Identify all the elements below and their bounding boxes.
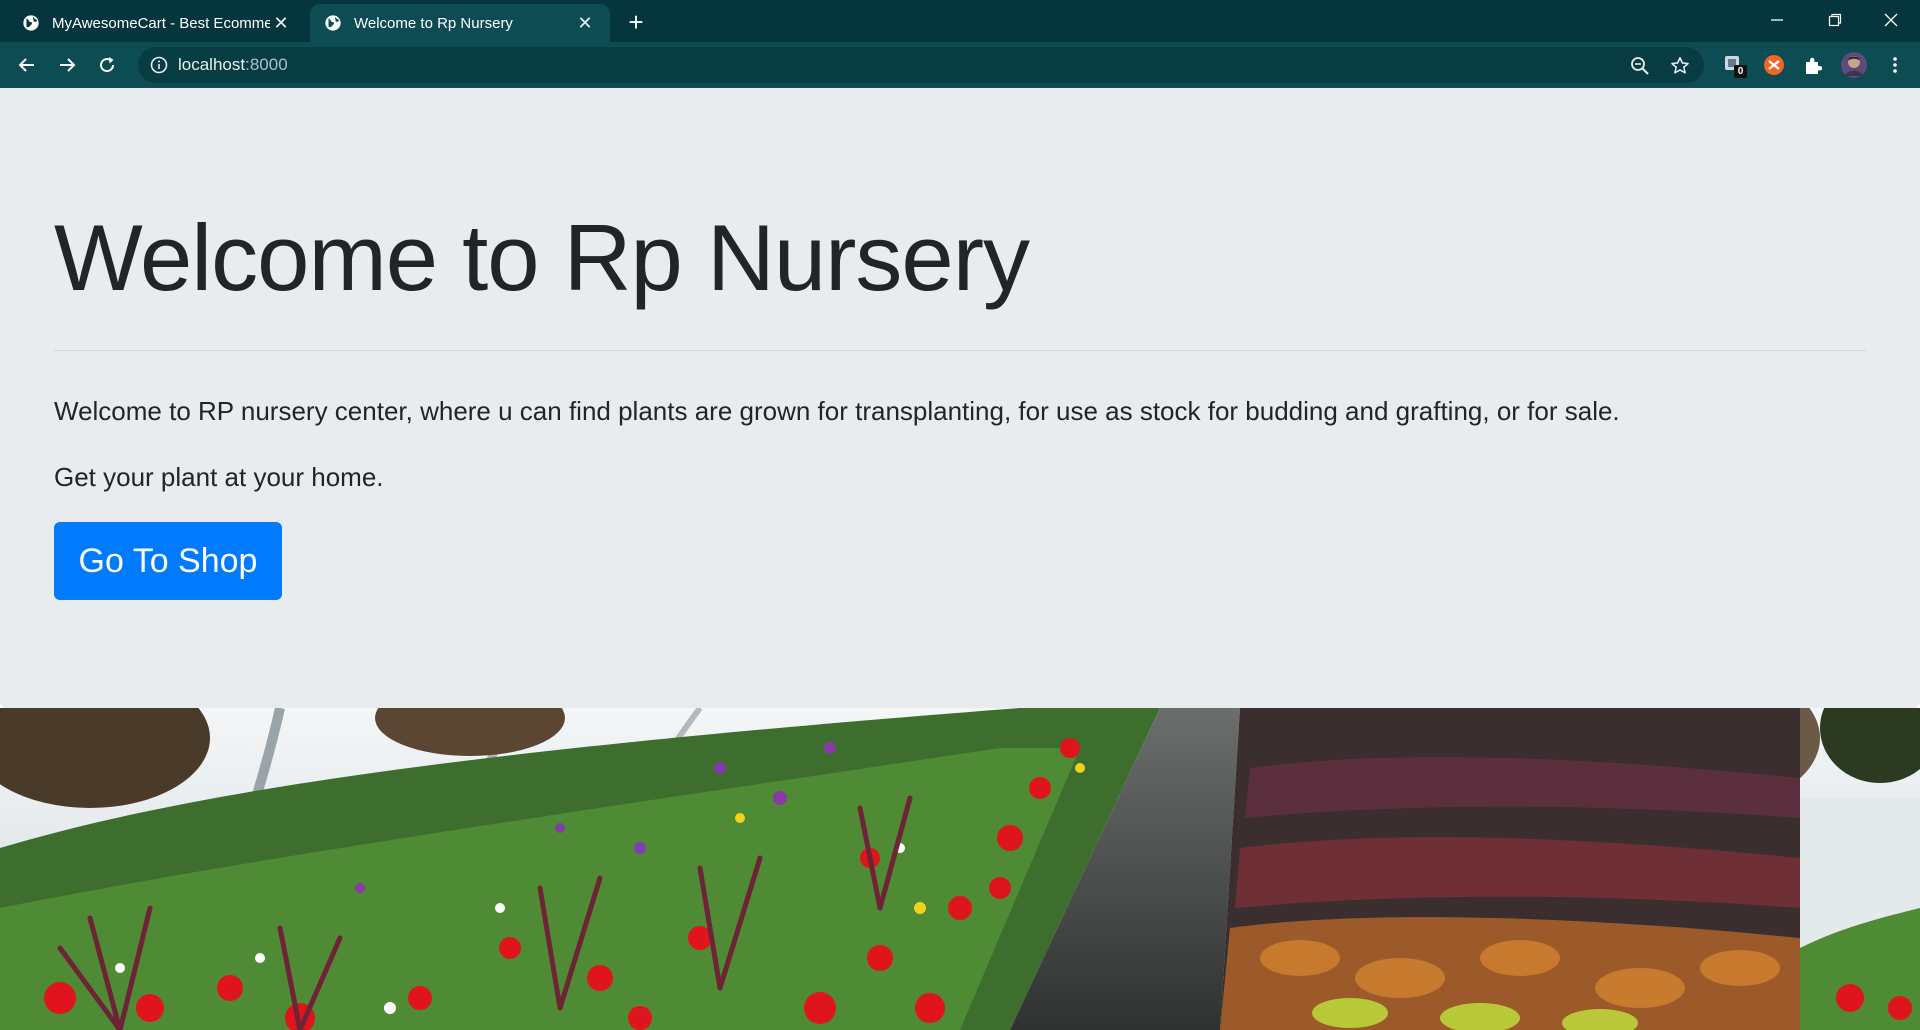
avatar — [1841, 52, 1867, 78]
page-viewport: Welcome to Rp Nursery Welcome to RP nurs… — [0, 88, 1920, 1030]
tab-myawesomecart[interactable]: MyAwesomeCart - Best Ecommerce ✕ — [8, 4, 306, 42]
orange-extension-icon — [1764, 55, 1784, 75]
address-bar[interactable]: localhost:8000 — [138, 47, 1704, 83]
arrow-left-icon — [18, 58, 34, 72]
divider — [54, 350, 1866, 351]
info-icon[interactable] — [150, 56, 168, 74]
hero-illustration — [0, 708, 1920, 1030]
kebab-menu-icon — [1893, 57, 1897, 73]
reload-icon — [100, 57, 115, 73]
greenhouse-flowers-photo — [0, 708, 1920, 1030]
restore-icon — [1828, 13, 1842, 27]
globe-icon — [325, 15, 341, 31]
tagline-text: Get your plant at your home. — [54, 462, 384, 492]
reload-button[interactable] — [92, 50, 122, 80]
extension-badge: 0 — [1734, 65, 1747, 78]
back-button[interactable] — [12, 50, 42, 80]
close-tab-icon[interactable]: ✕ — [574, 12, 596, 34]
minimize-icon — [1771, 19, 1783, 21]
jumbotron: Welcome to Rp Nursery Welcome to RP nurs… — [0, 88, 1920, 708]
tab-title: Welcome to Rp Nursery — [354, 14, 513, 32]
chrome-menu-button[interactable] — [1880, 50, 1910, 80]
orange-extension-button[interactable] — [1762, 53, 1786, 77]
tab-rp-nursery[interactable]: Welcome to Rp Nursery ✕ — [310, 4, 610, 42]
url-port: :8000 — [245, 55, 288, 74]
intro-text: Welcome to RP nursery center, where u ca… — [54, 396, 1620, 426]
tab-title: MyAwesomeCart - Best Ecommerce — [52, 14, 270, 32]
extension-counter-button[interactable]: 0 — [1722, 53, 1747, 78]
zoom-icon[interactable] — [1630, 56, 1650, 76]
tab-strip: MyAwesomeCart - Best Ecommerce ✕ Welcome… — [0, 0, 1920, 42]
forward-button[interactable] — [52, 50, 82, 80]
close-window-button[interactable] — [1862, 0, 1920, 40]
url-host: localhost — [178, 55, 246, 74]
globe-icon — [23, 15, 39, 31]
close-icon — [1884, 13, 1898, 27]
extensions-button[interactable] — [1802, 53, 1826, 77]
new-tab-button[interactable]: + — [622, 8, 650, 36]
page-title: Welcome to Rp Nursery — [54, 205, 1030, 310]
puzzle-icon — [1806, 57, 1823, 74]
bookmark-star-icon[interactable] — [1670, 56, 1690, 76]
restore-button[interactable] — [1806, 0, 1864, 40]
go-to-shop-button[interactable]: Go To Shop — [54, 522, 282, 600]
arrow-right-icon — [60, 58, 76, 72]
profile-avatar-button[interactable] — [1840, 51, 1868, 79]
url-text[interactable]: localhost:8000 — [178, 47, 288, 83]
minimize-button[interactable] — [1748, 0, 1806, 40]
close-tab-icon[interactable]: ✕ — [270, 12, 292, 34]
browser-toolbar: localhost:8000 0 — [0, 42, 1920, 88]
